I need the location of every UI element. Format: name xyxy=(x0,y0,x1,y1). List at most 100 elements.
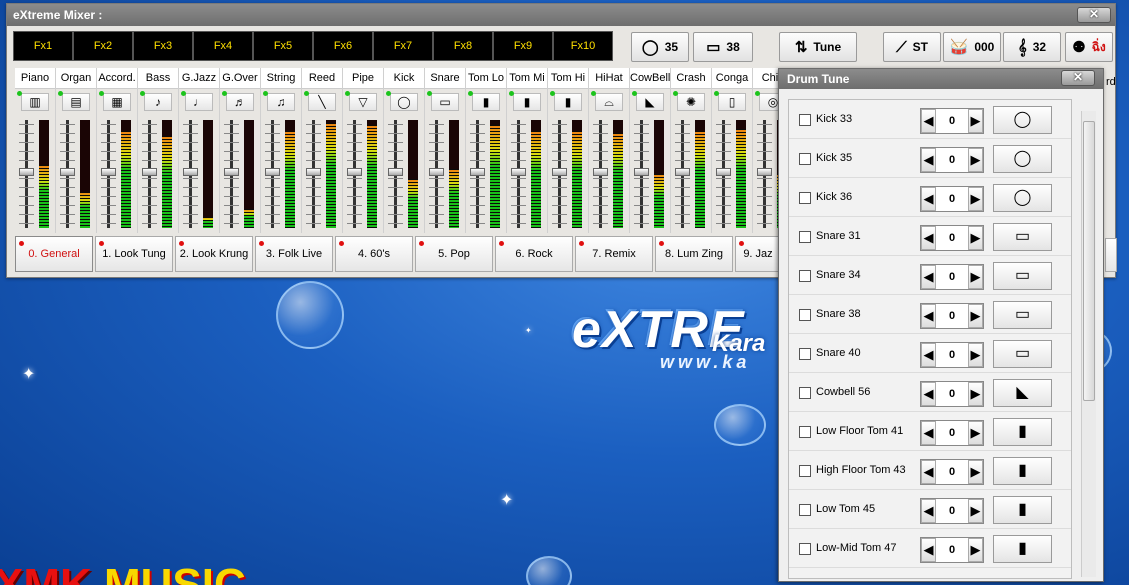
preset-button-2[interactable]: 2. Look Krung xyxy=(175,236,253,272)
drum-tune-value[interactable]: 0 xyxy=(936,382,968,406)
drum-tune-checkbox[interactable] xyxy=(799,348,811,360)
drum-tune-scrollbar[interactable] xyxy=(1081,111,1096,577)
bass-guitar-icon[interactable]: ♪ xyxy=(144,93,172,111)
channel-fader[interactable] xyxy=(757,120,772,228)
toolbar-button-7[interactable]: ⚉ ฉิ่ง xyxy=(1065,32,1113,62)
drum-tune-checkbox[interactable] xyxy=(799,387,811,399)
toolbar-button-5[interactable]: 🥁 000 xyxy=(943,32,1001,62)
channel-fader[interactable] xyxy=(429,120,444,228)
reed-icon[interactable]: ╲ xyxy=(308,93,336,111)
preset-button-4[interactable]: 4. 60's xyxy=(335,236,413,272)
drum-tune-checkbox[interactable] xyxy=(799,114,811,126)
increase-arrow-icon[interactable]: ▶ xyxy=(968,343,983,367)
drum-tune-checkbox[interactable] xyxy=(799,270,811,282)
decrease-arrow-icon[interactable]: ◀ xyxy=(921,499,936,523)
channel-fader[interactable] xyxy=(634,120,649,228)
preset-button-7[interactable]: 7. Remix xyxy=(575,236,653,272)
channel-fader[interactable] xyxy=(552,120,567,228)
fader-knob[interactable] xyxy=(224,168,239,176)
fx-button-10[interactable]: Fx10 xyxy=(553,31,613,61)
toolbar-button-6[interactable]: 𝄞 32 xyxy=(1003,32,1061,62)
increase-arrow-icon[interactable]: ▶ xyxy=(968,226,983,250)
drum-preview-button[interactable]: ◣ xyxy=(993,379,1052,407)
drum-tune-checkbox[interactable] xyxy=(799,153,811,165)
channel-fader[interactable] xyxy=(101,120,116,228)
increase-arrow-icon[interactable]: ▶ xyxy=(968,304,983,328)
drum-tune-value[interactable]: 0 xyxy=(936,187,968,211)
preset-button-3[interactable]: 3. Folk Live xyxy=(255,236,333,272)
decrease-arrow-icon[interactable]: ◀ xyxy=(921,460,936,484)
accordion-icon[interactable]: ▦ xyxy=(103,93,131,111)
fx-button-4[interactable]: Fx4 xyxy=(193,31,253,61)
channel-fader[interactable] xyxy=(60,120,75,228)
channel-fader[interactable] xyxy=(511,120,526,228)
tom-mi-icon[interactable]: ▮ xyxy=(513,93,541,111)
decrease-arrow-icon[interactable]: ◀ xyxy=(921,343,936,367)
increase-arrow-icon[interactable]: ▶ xyxy=(968,421,983,445)
tom-lo-icon[interactable]: ▮ xyxy=(472,93,500,111)
drum-tune-close-button[interactable]: ✕ xyxy=(1061,70,1095,86)
decrease-arrow-icon[interactable]: ◀ xyxy=(921,382,936,406)
drum-preview-button[interactable]: ◯ xyxy=(993,184,1052,212)
drum-tune-value[interactable]: 0 xyxy=(936,109,968,133)
drum-tune-checkbox[interactable] xyxy=(799,309,811,321)
drum-tune-checkbox[interactable] xyxy=(799,426,811,438)
channel-fader[interactable] xyxy=(347,120,362,228)
preset-button-8[interactable]: 8. Lum Zing xyxy=(655,236,733,272)
drum-preview-button[interactable]: ◯ xyxy=(993,106,1052,134)
channel-fader[interactable] xyxy=(716,120,731,228)
fx-button-7[interactable]: Fx7 xyxy=(373,31,433,61)
fx-button-5[interactable]: Fx5 xyxy=(253,31,313,61)
conga-icon[interactable]: ▯ xyxy=(718,93,746,111)
channel-fader[interactable] xyxy=(224,120,239,228)
drum-tune-value[interactable]: 0 xyxy=(936,265,968,289)
drum-tune-value[interactable]: 0 xyxy=(936,538,968,562)
drum-preview-button[interactable]: ▭ xyxy=(993,340,1052,368)
drum-tune-checkbox[interactable] xyxy=(799,504,811,516)
fader-knob[interactable] xyxy=(142,168,157,176)
fader-knob[interactable] xyxy=(552,168,567,176)
fx-button-1[interactable]: Fx1 xyxy=(13,31,73,61)
fader-knob[interactable] xyxy=(265,168,280,176)
decrease-arrow-icon[interactable]: ◀ xyxy=(921,421,936,445)
channel-fader[interactable] xyxy=(265,120,280,228)
decrease-arrow-icon[interactable]: ◀ xyxy=(921,109,936,133)
increase-arrow-icon[interactable]: ▶ xyxy=(968,187,983,211)
drum-preview-button[interactable]: ▭ xyxy=(993,262,1052,290)
fader-knob[interactable] xyxy=(19,168,34,176)
channel-fader[interactable] xyxy=(470,120,485,228)
decrease-arrow-icon[interactable]: ◀ xyxy=(921,304,936,328)
increase-arrow-icon[interactable]: ▶ xyxy=(968,382,983,406)
toolbar-button-2[interactable]: ▭ 38 xyxy=(693,32,753,62)
decrease-arrow-icon[interactable]: ◀ xyxy=(921,265,936,289)
drum-preview-button[interactable]: ◯ xyxy=(993,145,1052,173)
channel-fader[interactable] xyxy=(388,120,403,228)
fx-button-9[interactable]: Fx9 xyxy=(493,31,553,61)
channel-fader[interactable] xyxy=(675,120,690,228)
channel-fader[interactable] xyxy=(306,120,321,228)
fader-knob[interactable] xyxy=(757,168,772,176)
channel-fader[interactable] xyxy=(19,120,34,228)
organ-icon[interactable]: ▤ xyxy=(62,93,90,111)
fader-knob[interactable] xyxy=(388,168,403,176)
hihat-icon[interactable]: ⌓ xyxy=(595,93,623,111)
drum-preview-button[interactable]: ▭ xyxy=(993,301,1052,329)
pipe-flute-icon[interactable]: ▽ xyxy=(349,93,377,111)
preset-button-5[interactable]: 5. Pop xyxy=(415,236,493,272)
drum-tune-value[interactable]: 0 xyxy=(936,499,968,523)
increase-arrow-icon[interactable]: ▶ xyxy=(968,109,983,133)
decrease-arrow-icon[interactable]: ◀ xyxy=(921,226,936,250)
piano-icon[interactable]: ▥ xyxy=(21,93,49,111)
trailing-preset-button[interactable] xyxy=(1105,238,1117,272)
scrollbar-thumb[interactable] xyxy=(1083,121,1095,401)
toolbar-button-1[interactable]: ◯ 35 xyxy=(631,32,689,62)
drum-tune-value[interactable]: 0 xyxy=(936,226,968,250)
preset-button-6[interactable]: 6. Rock xyxy=(495,236,573,272)
fx-button-3[interactable]: Fx3 xyxy=(133,31,193,61)
fader-knob[interactable] xyxy=(347,168,362,176)
channel-fader[interactable] xyxy=(593,120,608,228)
preset-button-1[interactable]: 1. Look Tung xyxy=(95,236,173,272)
increase-arrow-icon[interactable]: ▶ xyxy=(968,538,983,562)
tom-hi-icon[interactable]: ▮ xyxy=(554,93,582,111)
fader-knob[interactable] xyxy=(634,168,649,176)
